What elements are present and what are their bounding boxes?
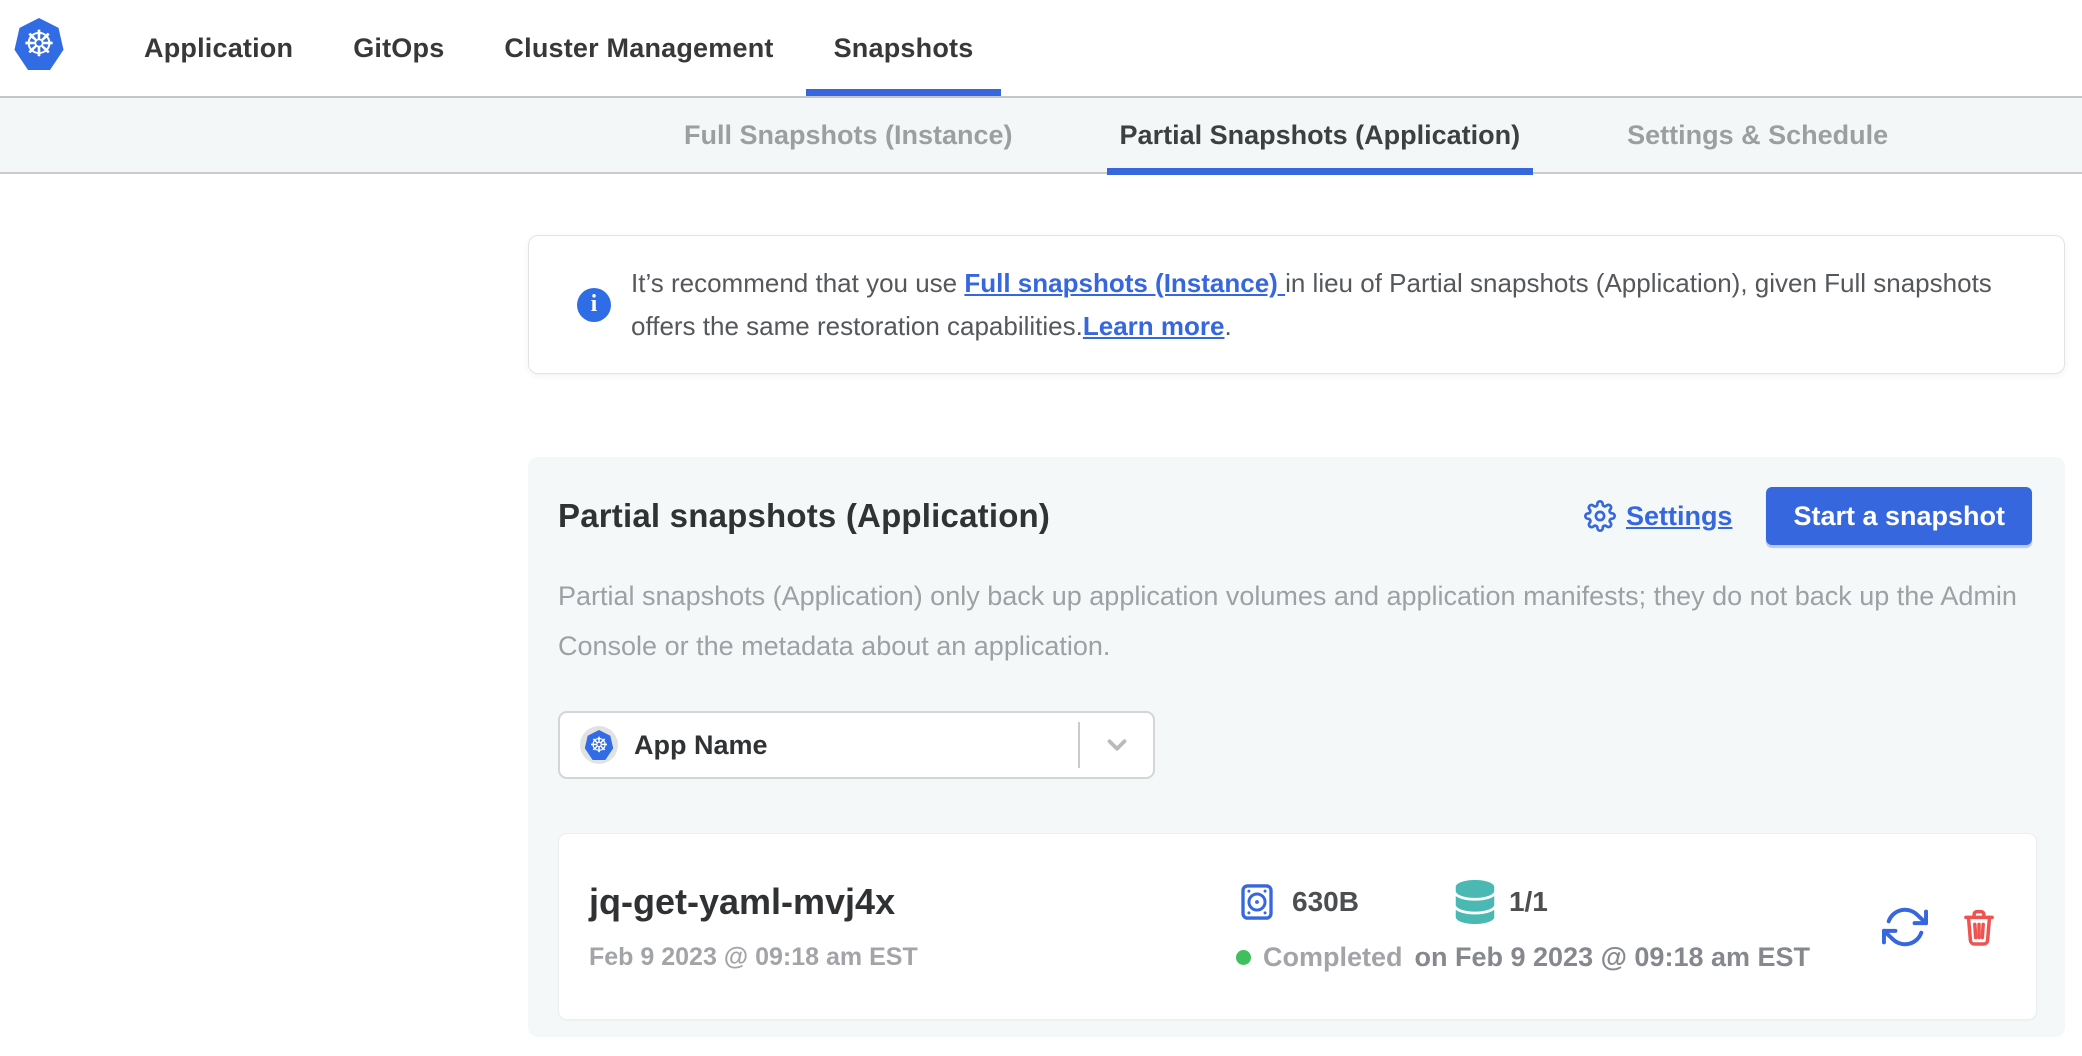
restore-icon [1882,904,1928,950]
tab-full-snapshots[interactable]: Full Snapshots (Instance) [684,97,1013,173]
settings-label: Settings [1626,501,1733,532]
banner-text-after: . [1224,311,1231,341]
banner-text-before: It’s recommend that you use [631,268,964,298]
chevron-down-icon[interactable] [1080,730,1153,760]
app-name-select[interactable]: ☸ App Name [558,711,1155,779]
tab-settings-schedule[interactable]: Settings & Schedule [1627,97,1888,173]
kubernetes-logo-icon: ☸ [14,18,64,70]
status-label: Completed [1263,942,1403,973]
nav-item-gitops[interactable]: GitOps [353,0,444,96]
full-snapshots-link[interactable]: Full snapshots (Instance) [964,268,1285,298]
app-select-value: App Name [634,730,1078,761]
info-icon: i [577,288,611,322]
snapshot-row: jq-get-yaml-mvj4x Feb 9 2023 @ 09:18 am … [558,833,2037,1020]
info-banner-text: It’s recommend that you use Full snapsho… [631,262,2034,348]
snapshots-page: ☸ Application GitOps Cluster Management … [0,0,2082,1056]
settings-link[interactable]: Settings [1584,500,1733,532]
nav-item-application[interactable]: Application [144,0,293,96]
trash-icon [1958,906,2000,948]
status-detail: on Feb 9 2023 @ 09:18 am EST [1415,942,1811,973]
kubernetes-app-icon: ☸ [580,726,618,764]
gear-icon [1584,500,1616,532]
tab-partial-snapshots[interactable]: Partial Snapshots (Application) [1120,97,1521,173]
panel-description: Partial snapshots (Application) only bac… [558,571,2028,671]
snapshot-actions [1882,904,2000,950]
nav-items: Application GitOps Cluster Management Sn… [144,0,973,96]
start-snapshot-button[interactable]: Start a snapshot [1766,487,2032,545]
snapshot-status: Completed on Feb 9 2023 @ 09:18 am EST [1236,942,1882,973]
nav-item-cluster-management[interactable]: Cluster Management [504,0,773,96]
top-navigation: ☸ Application GitOps Cluster Management … [0,0,2082,96]
snapshot-size-stat: 630B [1236,881,1359,923]
status-dot-icon [1236,950,1251,965]
snapshot-volumes-stat: 1/1 [1455,880,1548,924]
panel-title: Partial snapshots (Application) [558,497,1584,535]
disk-icon [1236,881,1278,923]
snapshot-name: jq-get-yaml-mvj4x [589,881,1236,923]
snapshot-created-at: Feb 9 2023 @ 09:18 am EST [589,943,1236,972]
learn-more-link[interactable]: Learn more [1083,311,1225,341]
info-banner: i It’s recommend that you use Full snaps… [528,235,2065,374]
snapshot-volumes: 1/1 [1509,886,1548,918]
delete-snapshot-button[interactable] [1958,906,2000,948]
panel-header: Partial snapshots (Application) Settings… [528,457,2065,545]
nav-item-snapshots[interactable]: Snapshots [834,0,974,96]
snapshots-subnav: Full Snapshots (Instance) Partial Snapsh… [0,96,2082,174]
database-icon [1455,880,1495,924]
snapshot-size: 630B [1292,886,1359,918]
snapshot-stats: 630B 1/1 [1236,880,1882,924]
partial-snapshots-panel: Partial snapshots (Application) Settings… [528,457,2065,1037]
restore-snapshot-button[interactable] [1882,904,1928,950]
